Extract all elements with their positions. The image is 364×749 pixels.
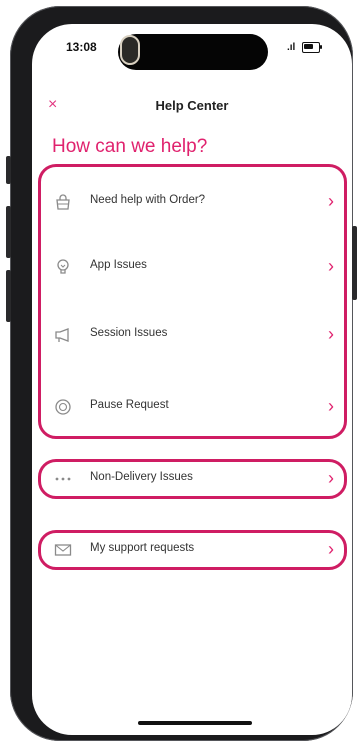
menu-item-label: Session Issues (90, 327, 168, 339)
menu-item-label: Pause Request (90, 399, 169, 411)
lightbulb-icon (54, 258, 72, 276)
menu-item-label: Non-Delivery Issues (90, 471, 193, 483)
app-screen: 13:08 .ıl × Help Center How can we help?… (32, 24, 352, 735)
bag-icon (54, 193, 72, 211)
volume-down-button (6, 270, 11, 322)
menu-item-pause-request[interactable]: Pause Request › (50, 389, 340, 425)
signal-icon: .ıl (287, 42, 296, 53)
front-camera-icon (120, 35, 140, 65)
phone-frame: 13:08 .ıl × Help Center How can we help?… (6, 6, 357, 741)
menu-item-label: Need help with Order? (90, 194, 206, 206)
home-indicator[interactable] (138, 721, 252, 725)
page-title: Help Center (155, 98, 229, 113)
help-headline: How can we help? (52, 136, 208, 157)
chevron-right-icon: › (328, 396, 334, 416)
status-time: 13:08 (66, 40, 97, 54)
menu-item-label: App Issues (90, 259, 147, 271)
battery-icon (302, 42, 320, 53)
battery-cap (320, 45, 322, 49)
mail-icon (54, 541, 72, 559)
more-dots-icon (54, 470, 72, 488)
volume-up-button (6, 206, 11, 258)
menu-item-label: My support requests (90, 542, 195, 554)
menu-item-order-help[interactable]: Need help with Order? › (50, 184, 340, 220)
chevron-right-icon: › (328, 539, 334, 559)
action-button (6, 156, 11, 184)
chevron-right-icon: › (328, 256, 334, 276)
menu-item-app-issues[interactable]: App Issues › (50, 249, 340, 285)
chevron-right-icon: › (328, 324, 334, 344)
pause-circle-icon (54, 398, 72, 416)
menu-item-support-requests[interactable]: My support requests › (50, 532, 340, 568)
megaphone-icon (54, 326, 72, 344)
power-button (352, 226, 357, 300)
menu-item-session-issues[interactable]: Session Issues › (50, 317, 340, 353)
dynamic-island (118, 34, 268, 70)
menu-item-non-delivery[interactable]: Non-Delivery Issues › (50, 461, 340, 497)
chevron-right-icon: › (328, 468, 334, 488)
chevron-right-icon: › (328, 191, 334, 211)
